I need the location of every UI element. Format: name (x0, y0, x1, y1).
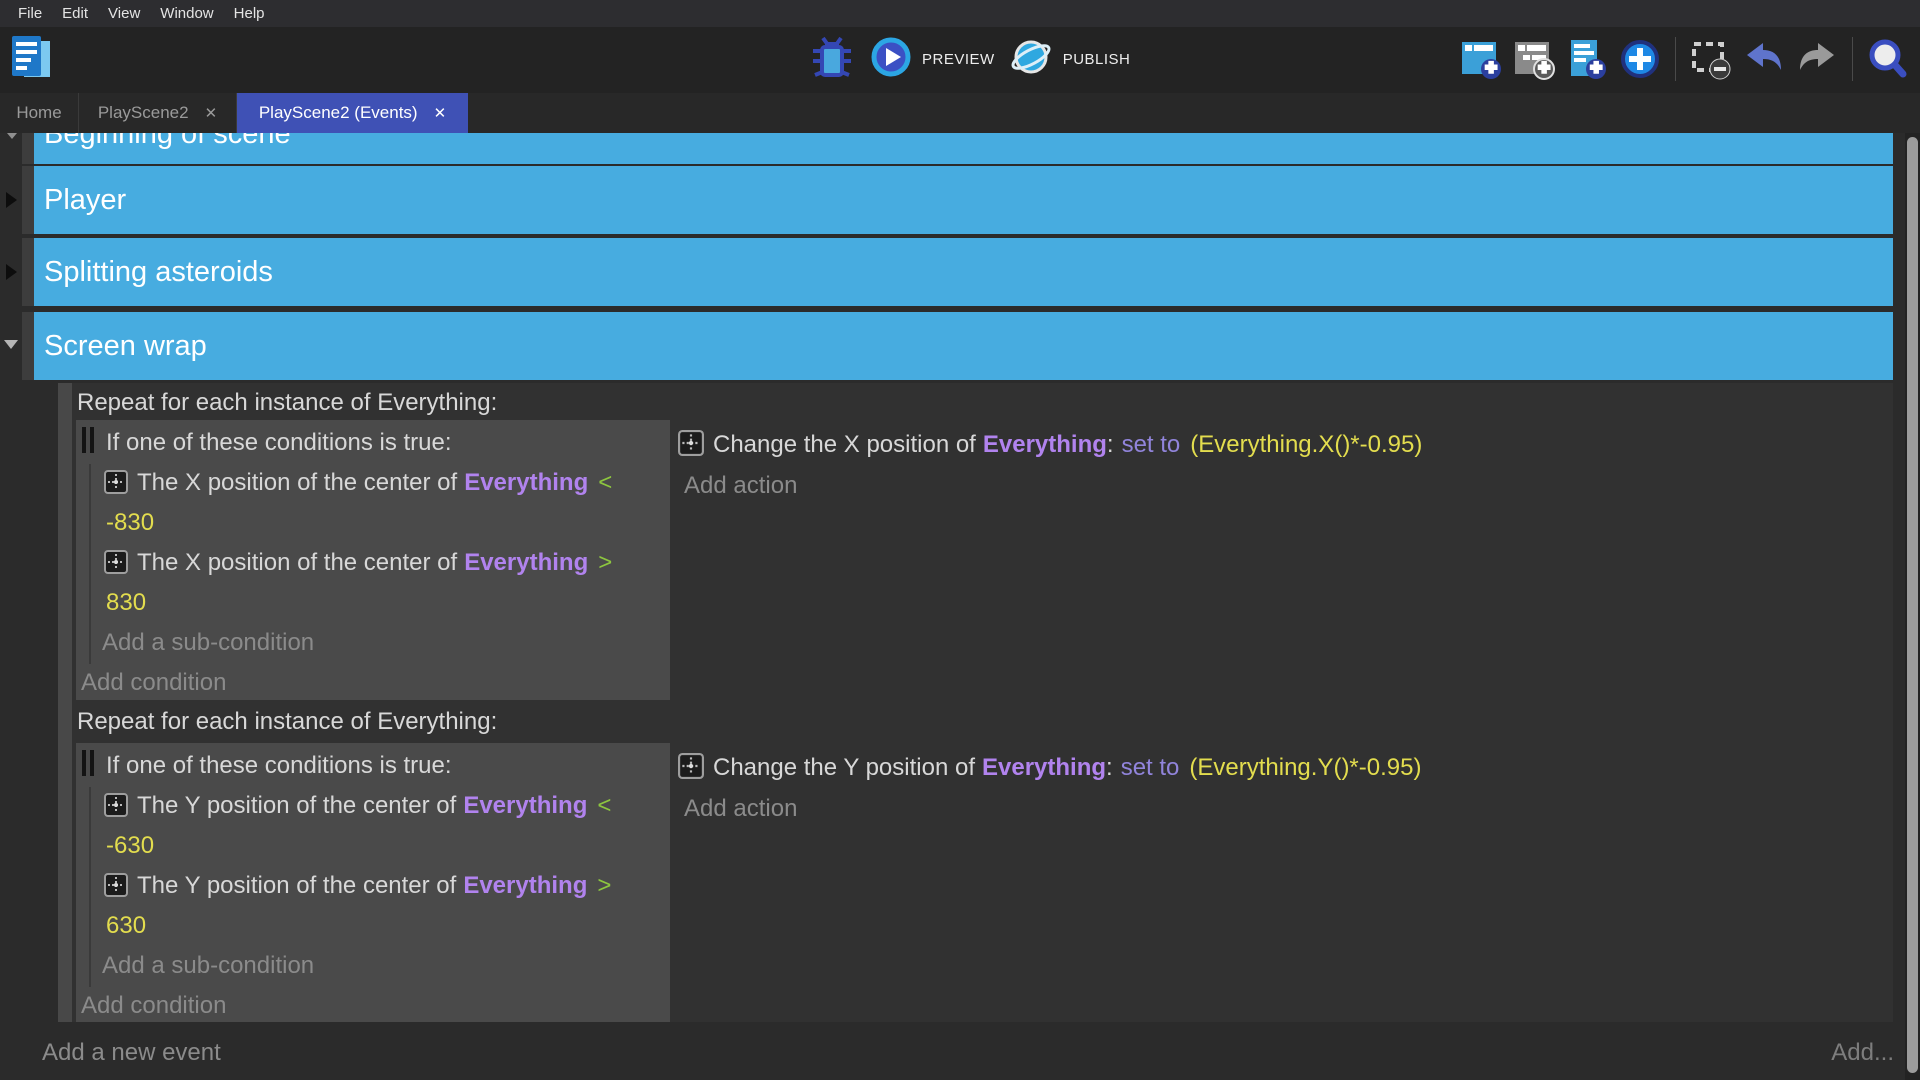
publish-button[interactable]: PUBLISH (1009, 36, 1131, 83)
group-header-splitting-asteroids[interactable]: Splitting asteroids (34, 238, 1893, 306)
group-header-screen-wrap[interactable]: Screen wrap (34, 312, 1893, 380)
add-event-icon[interactable] (1457, 35, 1505, 83)
group-title: Player (34, 166, 1893, 234)
position-icon (104, 550, 128, 584)
publish-label: PUBLISH (1063, 51, 1131, 68)
menu-bar: File Edit View Window Help (0, 0, 1920, 27)
group-header-beginning-of-scene[interactable]: Beginning of scene (34, 133, 1893, 164)
preview-label: PREVIEW (922, 51, 995, 68)
or-condition-header[interactable]: If one of these conditions is true: (82, 749, 452, 783)
toolbar-right (1457, 35, 1912, 83)
condition-row[interactable]: The Y position of the center ofEverythin… (104, 869, 611, 907)
or-icon (82, 427, 94, 453)
add-circle-icon[interactable] (1616, 35, 1664, 83)
repeat-event-header[interactable]: Repeat for each instance of Everything: (77, 705, 497, 739)
debugger-button[interactable] (808, 35, 856, 83)
or-group-line (89, 787, 91, 987)
group-title: Screen wrap (34, 312, 1893, 380)
add-action-link[interactable]: Add action (684, 469, 797, 503)
add-sub-condition-link[interactable]: Add a sub-condition (102, 626, 314, 660)
group-gutter (22, 312, 34, 380)
position-icon (104, 873, 128, 907)
position-icon (678, 430, 704, 466)
position-icon (104, 470, 128, 504)
menu-file[interactable]: File (8, 0, 52, 27)
close-icon[interactable]: ✕ (434, 104, 447, 122)
close-icon[interactable]: ✕ (205, 104, 218, 122)
or-icon (82, 750, 94, 776)
redo-icon[interactable] (1793, 35, 1841, 83)
condition-value: -630 (106, 829, 154, 863)
menu-edit[interactable]: Edit (52, 0, 98, 27)
collapse-arrow-icon[interactable] (6, 192, 17, 208)
search-icon[interactable] (1864, 35, 1912, 83)
condition-value: 630 (106, 909, 146, 943)
menu-view[interactable]: View (98, 0, 150, 27)
toolbar-separator (1675, 37, 1676, 81)
tab-label: PlayScene2 (Events) (259, 103, 418, 123)
add-more-link[interactable]: Add... (1831, 1036, 1894, 1070)
group-title: Splitting asteroids (34, 238, 1893, 306)
expand-arrow-icon[interactable] (4, 340, 18, 349)
tab-label: PlayScene2 (98, 103, 189, 123)
scrollbar-track[interactable] (1905, 133, 1920, 1080)
group-title: Beginning of scene (34, 133, 1893, 151)
condition-row[interactable]: The X position of the center ofEverythin… (104, 546, 612, 584)
conditions-panel[interactable]: If one of these conditions is true: The … (76, 420, 670, 700)
undo-icon[interactable] (1740, 35, 1788, 83)
toolbar: PREVIEW PUBLISH (0, 27, 1920, 93)
add-new-event-link[interactable]: Add a new event (42, 1036, 221, 1070)
position-icon (104, 793, 128, 827)
menu-help[interactable]: Help (224, 0, 275, 27)
gdevelop-logo-icon[interactable] (8, 32, 54, 84)
add-sub-condition-link[interactable]: Add a sub-condition (102, 949, 314, 983)
condition-value: 830 (106, 586, 146, 620)
repeat-event-header[interactable]: Repeat for each instance of Everything: (77, 386, 497, 420)
tab-bar: Home PlayScene2 ✕ PlayScene2 (Events) ✕ (0, 93, 1920, 133)
add-condition-link[interactable]: Add condition (81, 989, 226, 1023)
toolbar-center: PREVIEW PUBLISH (808, 35, 1130, 83)
add-condition-link[interactable]: Add condition (81, 666, 226, 700)
add-comment-icon[interactable] (1563, 35, 1611, 83)
action-row[interactable]: Change the X position ofEverything:set t… (678, 428, 1422, 466)
group-gutter (22, 238, 34, 306)
tab-playscene2[interactable]: PlayScene2 ✕ (79, 93, 237, 133)
or-condition-header[interactable]: If one of these conditions is true: (82, 426, 452, 460)
tab-home[interactable]: Home (0, 93, 79, 133)
or-group-line (89, 464, 91, 664)
position-icon (678, 753, 704, 789)
expand-arrow-icon[interactable] (7, 133, 17, 139)
scrollbar-thumb[interactable] (1907, 137, 1918, 1073)
tab-playscene2-events[interactable]: PlayScene2 (Events) ✕ (237, 93, 468, 133)
publish-globe-icon (1009, 36, 1053, 83)
condition-row[interactable]: The Y position of the center ofEverythin… (104, 789, 611, 827)
condition-row[interactable]: The X position of the center ofEverythin… (104, 466, 612, 504)
add-subevent-icon[interactable] (1510, 35, 1558, 83)
group-gutter (22, 133, 34, 164)
preview-play-icon (870, 36, 912, 83)
delete-event-icon[interactable] (1687, 35, 1735, 83)
collapse-arrow-icon[interactable] (6, 264, 17, 280)
menu-window[interactable]: Window (150, 0, 223, 27)
gdevelop-window: File Edit View Window Help (0, 0, 1920, 1080)
event-gutter (58, 383, 72, 1022)
conditions-panel[interactable]: If one of these conditions is true: The … (76, 743, 670, 1022)
group-gutter (22, 166, 34, 234)
toolbar-separator (1852, 37, 1853, 81)
events-sheet: Beginning of scene Player Splitting aste… (0, 133, 1920, 1080)
tab-label: Home (16, 103, 61, 123)
add-action-link[interactable]: Add action (684, 792, 797, 826)
action-row[interactable]: Change the Y position ofEverything:set t… (678, 751, 1421, 789)
group-header-player[interactable]: Player (34, 166, 1893, 234)
condition-value: -830 (106, 506, 154, 540)
preview-button[interactable]: PREVIEW (870, 36, 995, 83)
